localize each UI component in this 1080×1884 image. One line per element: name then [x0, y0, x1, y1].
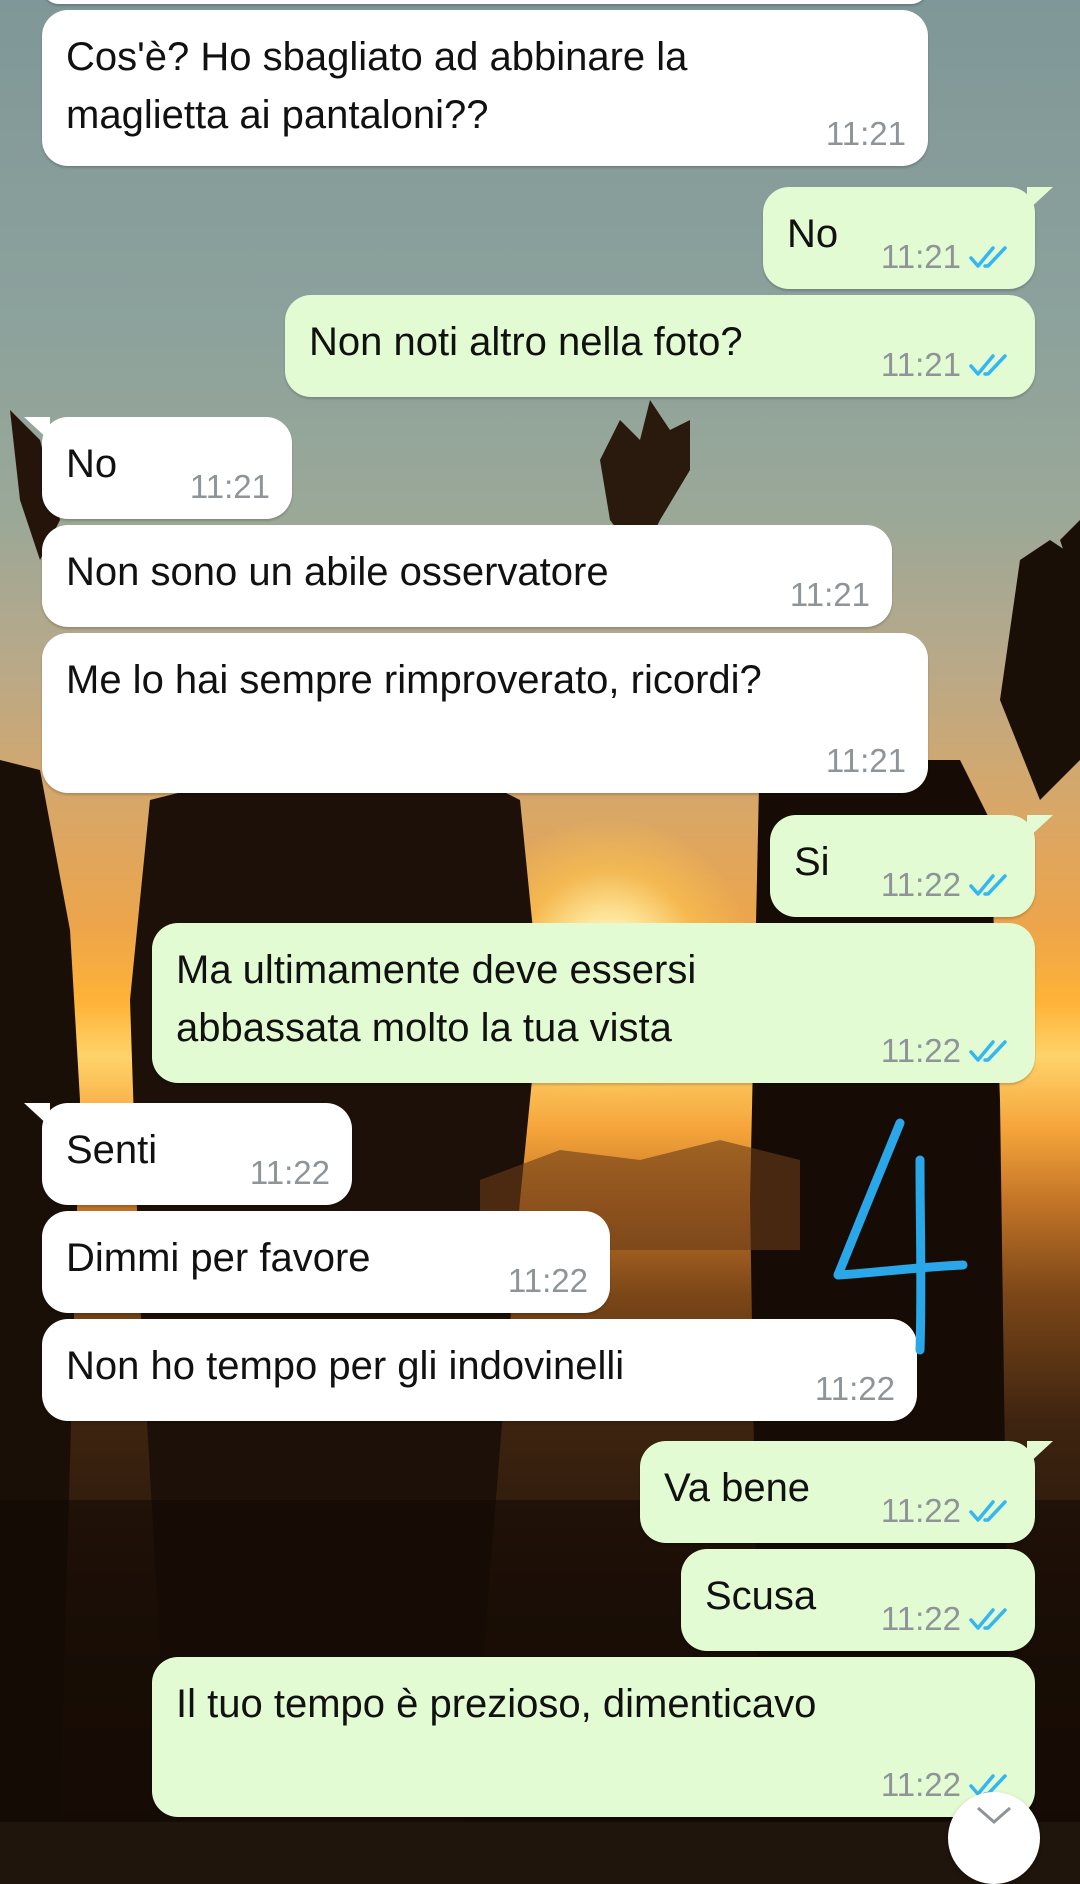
outgoing-message[interactable]: Ma ultimamente deve essersi abbassata mo… [152, 923, 1035, 1083]
message-meta: 11:21 [881, 345, 1013, 385]
message-text: Dimmi per favore [66, 1236, 371, 1280]
message-time: 11:22 [880, 1766, 961, 1803]
message-meta: 11:21 [790, 575, 870, 615]
double-check-icon [969, 246, 1007, 268]
message-text: Scusa [705, 1574, 817, 1618]
bubble-tail [1027, 815, 1053, 839]
incoming-message[interactable]: No 11:21 [24, 417, 292, 519]
message-time: 11:21 [189, 468, 270, 505]
message-time: 11:22 [880, 1492, 961, 1529]
double-check-icon [969, 354, 1007, 376]
message-bubble-partial[interactable] [42, 0, 928, 4]
message-text: Senti [66, 1128, 158, 1172]
message-meta: 11:21 [881, 237, 1013, 277]
message-time: 11:22 [249, 1154, 330, 1191]
message-text: Non ho tempo per gli indovinelli [66, 1344, 625, 1388]
incoming-message[interactable]: Non sono un abile osservatore 11:21 [42, 525, 892, 627]
handwritten-annotation: 4 [828, 1115, 968, 1355]
outgoing-message[interactable]: Si 11:22 [770, 815, 1053, 917]
double-check-icon [969, 1040, 1007, 1062]
message-text: Cos'è? Ho sbagliato ad abbinare la magli… [66, 35, 688, 137]
chevron-down-icon [977, 1806, 1011, 1824]
double-check-icon [969, 1500, 1007, 1522]
message-time: 11:21 [789, 576, 870, 613]
message-text: No [66, 442, 118, 486]
incoming-message[interactable]: Dimmi per favore 11:22 [42, 1211, 610, 1313]
message-meta: 11:22 [881, 1031, 1013, 1071]
message-text: Non sono un abile osservatore [66, 550, 609, 594]
message-time: 11:21 [825, 742, 906, 779]
outgoing-message[interactable]: Non noti altro nella foto? 11:21 [285, 295, 1035, 397]
message-text: Non noti altro nella foto? [309, 320, 743, 364]
incoming-message[interactable]: Cos'è? Ho sbagliato ad abbinare la magli… [42, 10, 928, 166]
bubble-tail [1027, 187, 1053, 211]
message-meta: 11:22 [881, 1491, 1013, 1531]
incoming-message[interactable]: Non ho tempo per gli indovinelli 11:22 [42, 1319, 917, 1421]
message-text: Me lo hai sempre rimproverato, ricordi? [66, 658, 762, 702]
message-time: 11:22 [880, 1032, 961, 1069]
message-text: Si [794, 840, 830, 884]
outgoing-message[interactable]: No 11:21 [763, 187, 1053, 289]
message-text: Va bene [664, 1466, 811, 1510]
message-meta: 11:21 [826, 114, 906, 154]
double-check-icon [969, 874, 1007, 896]
message-time: 11:22 [814, 1370, 895, 1407]
outgoing-message[interactable]: Va bene 11:22 [640, 1441, 1053, 1543]
message-text: Il tuo tempo è prezioso, dimenticavo [176, 1682, 817, 1726]
message-meta: 11:22 [250, 1153, 330, 1193]
incoming-message[interactable]: Me lo hai sempre rimproverato, ricordi? … [42, 633, 928, 793]
message-list[interactable]: Cos'è? Ho sbagliato ad abbinare la magli… [0, 0, 1080, 1822]
message-text: No [787, 212, 839, 256]
double-check-icon [969, 1608, 1007, 1630]
incoming-message[interactable]: Senti 11:22 [24, 1103, 352, 1205]
message-meta: 11:21 [826, 741, 906, 781]
message-time: 11:21 [880, 346, 961, 383]
message-meta: 11:22 [881, 1599, 1013, 1639]
message-time: 11:22 [880, 866, 961, 903]
bubble-tail [1027, 1441, 1053, 1465]
scroll-to-bottom-button[interactable] [948, 1792, 1040, 1884]
message-meta: 11:22 [881, 865, 1013, 905]
outgoing-message[interactable]: Il tuo tempo è prezioso, dimenticavo 11:… [152, 1657, 1035, 1817]
message-text: Ma ultimamente deve essersi abbassata mo… [176, 948, 697, 1050]
message-time: 11:22 [880, 1600, 961, 1637]
message-meta: 11:22 [815, 1369, 895, 1409]
message-time: 11:21 [880, 238, 961, 275]
message-time: 11:21 [825, 115, 906, 152]
message-time: 11:22 [507, 1262, 588, 1299]
annotation-text: 4 [828, 1115, 829, 1116]
message-meta: 11:22 [508, 1261, 588, 1301]
message-meta: 11:21 [190, 467, 270, 507]
outgoing-message[interactable]: Scusa 11:22 [681, 1549, 1035, 1651]
